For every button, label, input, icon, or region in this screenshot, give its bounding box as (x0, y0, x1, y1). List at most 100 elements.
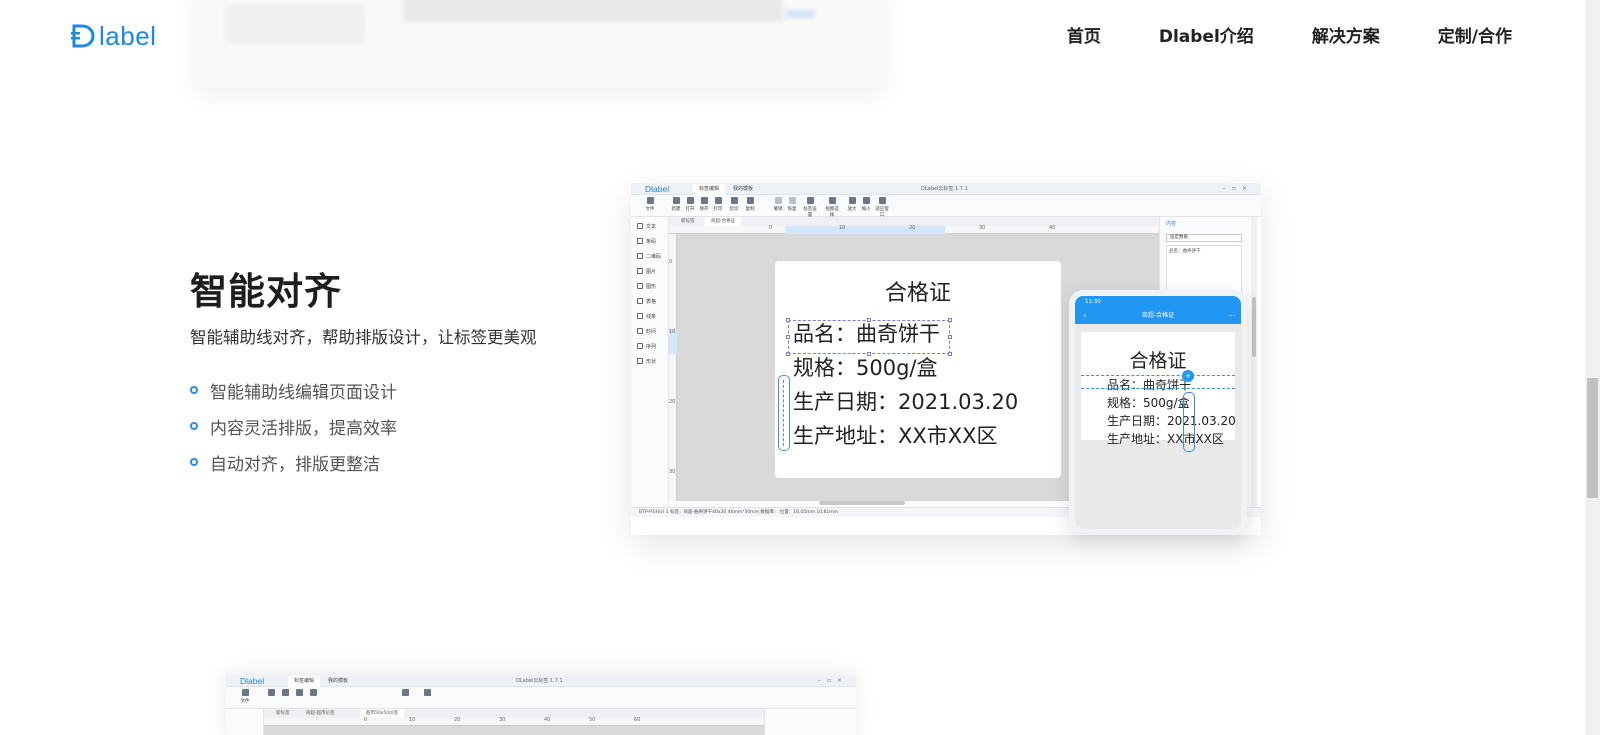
main-nav: 首页 Dlabel介绍 解决方案 定制/合作 (1009, 22, 1512, 47)
alignment-guide (778, 375, 790, 451)
statusbar-text: BTP-P33(U) 1 标签：商超-曲奇饼干40x30 40mm*30mm 数… (639, 510, 839, 515)
phone-status-bar: 11:30 (1075, 296, 1241, 308)
tool-serial: 序列 (637, 341, 667, 351)
feature-list: 智能辅助线编辑页面设计 内容灵活排版，提高效率 自动对齐，排版更整洁 (190, 372, 397, 480)
ruler-tick: 10 (669, 329, 676, 335)
app-toolbar: 文件 (226, 687, 856, 709)
nav-home[interactable]: 首页 (1067, 22, 1101, 47)
logo-text: label (99, 20, 157, 51)
bullet-icon (190, 458, 198, 466)
toolbar-print (306, 689, 320, 698)
feature-subtitle: 智能辅助线对齐，帮助排版设计，让标签更美观 (190, 328, 537, 347)
phone-label-row: 规格：500g/盒 (1107, 396, 1190, 410)
tool-table: 表格 (637, 296, 667, 306)
doc-tab-active: 商超-合格证 (705, 217, 742, 226)
site-logo[interactable]: label (71, 19, 156, 53)
app-tab-edit: 标签编辑 (693, 184, 726, 195)
doc-tab: 新标签 (276, 711, 290, 716)
feature-title: 智能对齐 (190, 270, 342, 313)
app-left-tools (226, 709, 264, 735)
phone-nav-bar: ‹ 商超-合格证 ··· (1075, 308, 1241, 324)
app-logo: Dlabel (645, 184, 670, 194)
app-tab-templates: 我的模板 (733, 186, 754, 192)
toolbar-fit: 适应窗口 (875, 197, 889, 218)
next-app-screenshot: Dlabel 标签编辑 我的模板 DLabel云标签 1.7.1 –▫× 文件 … (226, 675, 856, 735)
back-icon: ‹ (1083, 311, 1087, 320)
ruler-top: 0 10 20 30 40 (669, 225, 1159, 234)
tool-time: 时间 (637, 326, 667, 336)
toolbar-zoom-out: 缩小 (859, 197, 873, 212)
phone-mockup: 11:30 ‹ 商超-合格证 ··· 合格证 品名：曲奇饼干 规格：500g/盒… (1069, 290, 1247, 535)
toolbar-file: 文件 (238, 689, 252, 704)
ruler-tick: 0 (669, 259, 673, 265)
more-icon: ··· (1228, 312, 1235, 320)
site-header: label 首页 Dlabel介绍 解决方案 定制/合作 (0, 0, 1600, 70)
panel-scrollbar (1251, 217, 1257, 507)
ruler-tick: 20 (454, 717, 461, 723)
page-scrollbar-thumb[interactable] (1587, 378, 1598, 498)
toolbar-label-settings (398, 689, 412, 698)
feature-item: 自动对齐，排版更整洁 (190, 444, 397, 480)
nav-about[interactable]: Dlabel介绍 (1159, 22, 1254, 47)
toolbar-file: 文件 (643, 197, 657, 212)
phone-guide-bar (1183, 392, 1195, 452)
phone-label-title: 合格证 (1129, 350, 1187, 372)
app-left-tools: 文本 条码 二维码 图片 图形 表格 线条 时间 序列 形状 (631, 217, 669, 507)
app-window-title: DLabel云标签 1.7.1 (516, 678, 563, 684)
bullet-icon (190, 386, 198, 394)
tool-qrcode: 二维码 (637, 251, 667, 261)
label-preview-card: 合格证 品名：曲奇饼干 规格：500g/盒 生产日期：2021.03.20 生产… (775, 261, 1061, 478)
feature-item: 内容灵活排版，提高效率 (190, 408, 397, 444)
ruler-top: 0 10 20 30 40 50 60 (264, 717, 764, 726)
tool-barcode: 条码 (637, 236, 667, 246)
toolbar-undo: 撤销 (771, 197, 785, 212)
label-row: 生产地址：XX市XX区 (793, 424, 998, 448)
app-tab-templates: 我的模板 (328, 678, 349, 684)
tool-form: 形状 (637, 356, 667, 366)
toolbar-print: 打印 (711, 197, 725, 212)
design-canvas (264, 726, 764, 735)
phone-nav-title: 商超-合格证 (1141, 312, 1175, 319)
app-window-title: DLabel云标签 1.7.1 (921, 186, 968, 192)
ruler-tick: 30 (979, 225, 986, 231)
toolbar-redo: 恢复 (785, 197, 799, 212)
ruler-tick: 20 (909, 225, 916, 231)
window-controls-icon: –▫× (817, 677, 848, 684)
phone-canvas: 合格证 品名：曲奇饼干 规格：500g/盒 生产日期：2021.03.20 生产… (1075, 324, 1241, 529)
ruler-tick: 60 (634, 717, 641, 723)
feature-item-text: 自动对齐，排版更整洁 (210, 454, 380, 475)
page-scrollbar[interactable] (1585, 0, 1600, 735)
app-titlebar: Dlabel 标签编辑 我的模板 DLabel云标签 1.7.1 –▫× (631, 183, 1261, 195)
toolbar-copy: 复制 (743, 197, 757, 212)
selection-box (786, 318, 952, 356)
toolbar-open: 打开 (683, 197, 697, 212)
window-controls-icon: –▫× (1222, 185, 1253, 192)
bullet-icon (190, 422, 198, 430)
label-row: 规格：500g/盒 (793, 356, 938, 380)
dlabel-logo-icon (71, 24, 95, 48)
data-source-select: 固定数据 (1166, 234, 1242, 242)
toolbar-new: 新建 (669, 197, 683, 212)
ruler-tick: 0 (769, 225, 773, 231)
phone-guide-line (1081, 375, 1235, 389)
toolbar-open (278, 689, 292, 698)
properties-panel (764, 709, 856, 735)
toolbar-zoom-in: 放大 (845, 197, 859, 212)
nav-cooperation[interactable]: 定制/合作 (1438, 22, 1512, 47)
toolbar-save (292, 689, 306, 698)
label-title: 合格证 (884, 281, 951, 306)
phone-label-row: 生产日期：2021.03.20 (1107, 414, 1236, 428)
feature-item-text: 内容灵活排版，提高效率 (210, 418, 397, 439)
tool-text: 文本 (637, 221, 667, 231)
canvas-hscrollbar (819, 501, 905, 505)
ruler-left: 0 10 20 30 (669, 234, 677, 501)
doc-tab: 新标签 (681, 219, 695, 224)
tool-line: 线条 (637, 311, 667, 321)
ruler-tick: 10 (409, 717, 416, 723)
nav-solutions[interactable]: 解决方案 (1312, 22, 1380, 47)
doc-tabs: 新标签 商超-超市价签 超市50x50价签 (264, 709, 764, 718)
phone-label-row: 生产地址：XX市XX区 (1107, 432, 1224, 446)
doc-tabs: 新标签 商超-合格证 (669, 217, 1199, 226)
tool-image: 图片 (637, 266, 667, 276)
ruler-tick: 20 (669, 399, 676, 405)
